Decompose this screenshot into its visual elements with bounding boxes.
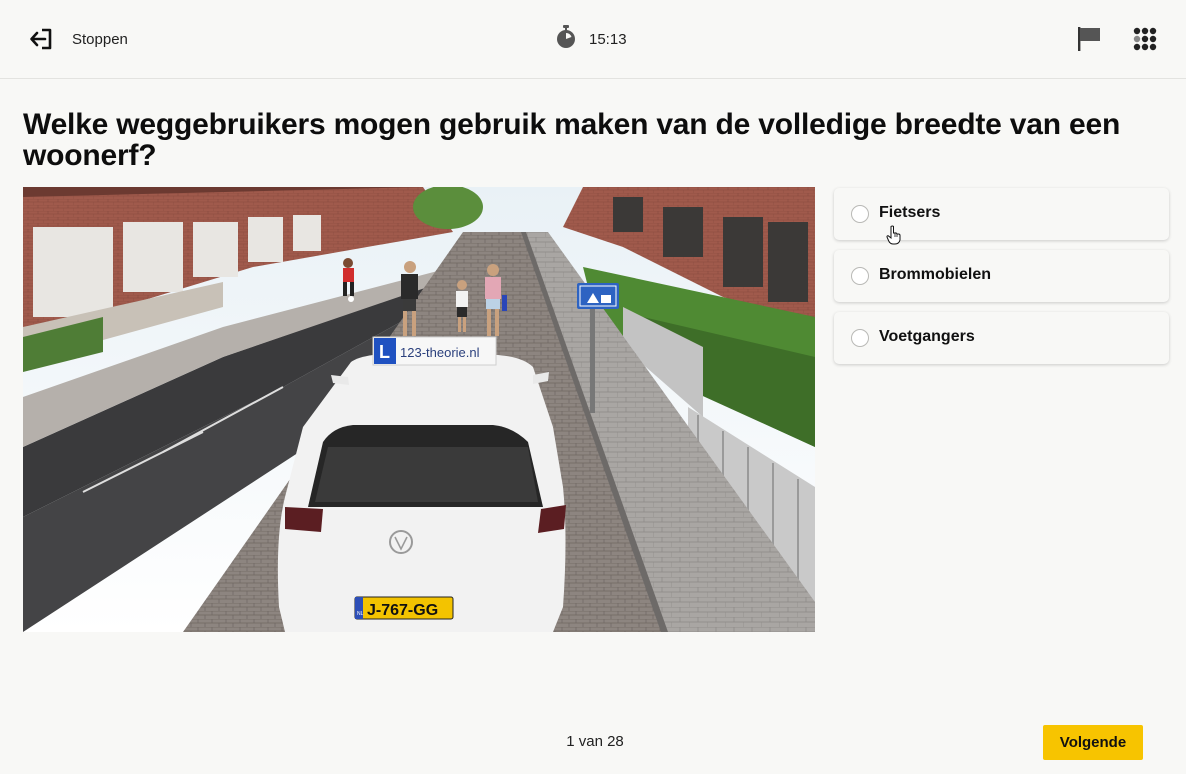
answer-label: Voetgangers: [879, 328, 975, 345]
flag-button[interactable]: [1076, 26, 1102, 52]
license-plate: J-767-GG: [367, 602, 438, 619]
radio-button[interactable]: [851, 267, 869, 285]
plate-country: NL: [357, 611, 364, 617]
question-text: Welke weggebruikers mogen gebruik maken …: [23, 108, 1121, 172]
answer-list: Fietsers Brommobielen Voetgangers: [834, 188, 1169, 374]
overview-button[interactable]: [1133, 27, 1157, 51]
radio-button[interactable]: [851, 329, 869, 347]
stopwatch-icon: [555, 24, 577, 55]
roof-sign-letter: L: [379, 342, 390, 362]
grid-dots-icon: [1133, 27, 1157, 55]
stop-button[interactable]: Stoppen: [28, 24, 128, 54]
roof-sign-brand: 123-theorie.nl: [400, 345, 480, 360]
answer-label: Fietsers: [879, 204, 941, 221]
top-bar: Stoppen 15:13: [0, 0, 1186, 79]
page-counter: 1 van 28: [566, 733, 624, 750]
exit-arrow-icon: [28, 27, 56, 51]
question-image: NL J-767-GG L 123-theorie.nl: [23, 187, 815, 632]
answer-option-brommobielen[interactable]: Brommobielen: [834, 250, 1169, 302]
next-button[interactable]: Volgende: [1043, 725, 1143, 760]
flag-icon: [1076, 27, 1102, 56]
stop-label: Stoppen: [72, 30, 128, 48]
answer-option-fietsers[interactable]: Fietsers: [834, 188, 1169, 240]
timer: 15:13: [555, 24, 627, 54]
timer-value: 15:13: [589, 30, 627, 48]
radio-button[interactable]: [851, 205, 869, 223]
hand-cursor-icon: [886, 225, 902, 245]
answer-label: Brommobielen: [879, 266, 992, 283]
answer-option-voetgangers[interactable]: Voetgangers: [834, 312, 1169, 364]
